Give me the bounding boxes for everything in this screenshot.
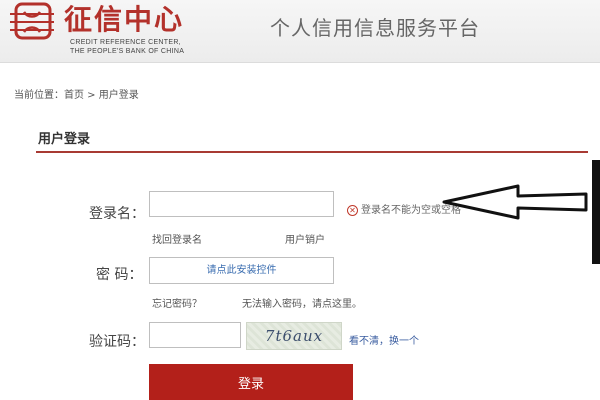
edge-scrollbar[interactable] [592, 160, 600, 264]
login-button[interactable]: 登录 [149, 364, 353, 400]
credit-center-logo-icon [10, 2, 54, 40]
breadcrumb: 当前位置：首页 > 用户登录 [14, 90, 139, 101]
username-input[interactable] [149, 191, 334, 217]
captcha-input[interactable] [149, 322, 241, 348]
password-label: 密 码： [96, 267, 143, 283]
logo-english-line-2: THE PEOPLE'S BANK OF CHINA [70, 48, 185, 55]
forgot-password-link[interactable]: 忘记密码？ [152, 295, 202, 310]
section-divider [36, 151, 588, 153]
refresh-captcha-link[interactable]: 看不清，换一个 [349, 332, 419, 347]
site-header: 征信中心 CREDIT REFERENCE CENTER, THE PEOPLE… [0, 0, 600, 63]
arrow-left-icon [442, 184, 588, 220]
site-title: 个人信用信息服务平台 [270, 16, 480, 40]
logo-english-line-1: CREDIT REFERENCE CENTER, [70, 39, 181, 46]
password-install-control-button[interactable]: 请点此安装控件 [149, 257, 334, 284]
username-label: 登录名： [89, 206, 145, 222]
captcha-image[interactable]: 7t6aux [246, 322, 342, 350]
page-title: 用户登录 [38, 132, 91, 147]
cancel-account-link[interactable]: 用户销户 [285, 231, 325, 246]
logo-english-name: CREDIT REFERENCE CENTER, THE PEOPLE'S BA… [70, 38, 184, 56]
cannot-input-password-link[interactable]: 无法输入密码，请点这里。 [242, 295, 362, 310]
captcha-label: 验证码： [89, 334, 145, 350]
recover-username-link[interactable]: 找回登录名 [152, 231, 202, 246]
error-circle-x-icon: ✕ [347, 204, 358, 216]
logo-name: 征信中心 [64, 3, 185, 36]
